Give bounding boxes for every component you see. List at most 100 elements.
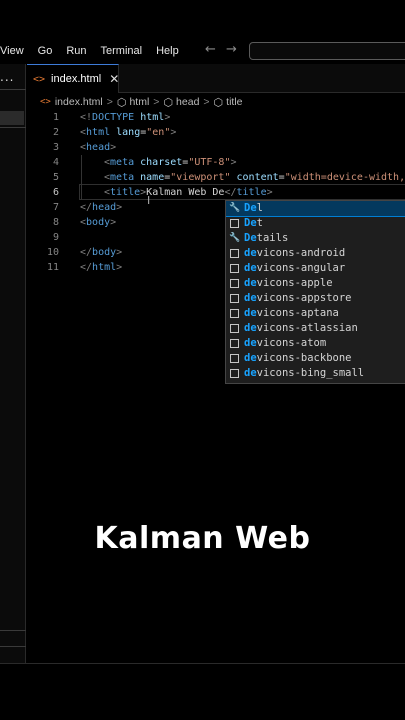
- snippet-icon: [230, 354, 239, 363]
- code-token: head: [86, 142, 111, 153]
- suggestion-match: de: [244, 322, 257, 334]
- sidebar-divider: [0, 646, 26, 647]
- menu-help[interactable]: Help: [156, 45, 179, 57]
- code-text: </html>: [80, 260, 122, 275]
- code-token: </: [80, 247, 93, 258]
- snippet-icon: [230, 294, 239, 303]
- snippet-icon: [230, 339, 239, 348]
- code-line[interactable]: 5 <meta name="viewport" content="width=de…: [27, 170, 405, 185]
- suggestion-label: vicons-appstore: [256, 292, 352, 304]
- menu-run[interactable]: Run: [66, 45, 86, 57]
- suggestion-item[interactable]: devicons-aptana: [226, 306, 405, 321]
- tab-index-html[interactable]: <> index.html ✕: [27, 64, 119, 93]
- code-text: </body>: [80, 245, 122, 260]
- suggestion-widget[interactable]: 🔧 Del Det 🔧 Details devicons-android devicons-…: [225, 200, 405, 384]
- code-line[interactable]: 1 <!DOCTYPE html>: [27, 110, 405, 125]
- menu-terminal[interactable]: Terminal: [101, 45, 143, 57]
- code-token: >: [164, 112, 171, 123]
- line-number: 2: [52, 127, 59, 138]
- back-arrow-icon[interactable]: ←: [205, 42, 216, 57]
- suggestion-label: vicons-backbone: [256, 352, 352, 364]
- sidebar-selected-row[interactable]: [0, 111, 24, 125]
- suggestion-item[interactable]: Det: [226, 216, 405, 231]
- suggestion-match: de: [244, 367, 257, 379]
- command-center-search[interactable]: [249, 42, 405, 60]
- wrench-icon: 🔧: [229, 233, 241, 243]
- more-actions-icon[interactable]: ...: [0, 70, 14, 84]
- suggestion-match: de: [244, 277, 257, 289]
- line-number: 5: [52, 172, 59, 183]
- suggestion-label: vicons-android: [256, 247, 346, 259]
- tab-label: index.html: [51, 73, 102, 85]
- suggestion-item[interactable]: devicons-android: [226, 246, 405, 261]
- code-token: DOCTYPE: [92, 112, 135, 123]
- sidebar-divider: [0, 630, 26, 631]
- suggestion-item[interactable]: devicons-angular: [226, 261, 405, 276]
- code-token: >: [266, 187, 273, 198]
- explorer-sidebar: [0, 64, 26, 664]
- code-token: content: [230, 172, 279, 183]
- suggestion-item[interactable]: devicons-bitbucket: [226, 381, 405, 383]
- code-token: "width=device-width,: [284, 172, 405, 183]
- suggestion-label: vicons-atlassian: [256, 322, 358, 334]
- forward-arrow-icon[interactable]: →: [226, 42, 237, 57]
- suggestion-match: De: [244, 202, 257, 214]
- suggestion-item[interactable]: devicons-atlassian: [226, 321, 405, 336]
- snippet-icon: [230, 309, 239, 318]
- suggestion-label: l: [256, 202, 263, 214]
- line-number: 6: [52, 187, 59, 198]
- suggestion-label: tails: [256, 232, 289, 244]
- suggestion-match: De: [244, 232, 257, 244]
- code-token: </: [224, 187, 237, 198]
- breadcrumb-file[interactable]: index.html: [55, 96, 103, 108]
- editor-tab-bar: <> index.html ✕: [27, 64, 405, 93]
- code-token: title: [236, 187, 267, 198]
- breadcrumb-html[interactable]: html: [129, 96, 149, 108]
- suggestion-item[interactable]: 🔧 Details: [226, 231, 405, 246]
- suggestion-item[interactable]: devicons-atom: [226, 336, 405, 351]
- code-token: >: [170, 127, 177, 138]
- breadcrumb-title[interactable]: title: [226, 96, 242, 108]
- menu-go[interactable]: Go: [38, 45, 53, 57]
- breadcrumb-head[interactable]: head: [176, 96, 199, 108]
- code-token: >: [116, 202, 123, 213]
- code-token: html: [86, 127, 111, 138]
- menu-view[interactable]: View: [0, 45, 24, 57]
- code-token: meta: [110, 157, 135, 168]
- code-token: </: [80, 262, 93, 273]
- suggestion-label: vicons-angular: [256, 262, 346, 274]
- suggestion-label: vicons-aptana: [256, 307, 339, 319]
- suggestion-item[interactable]: devicons-appstore: [226, 291, 405, 306]
- code-token: meta: [110, 172, 135, 183]
- code-line[interactable]: 3 <head>: [27, 140, 405, 155]
- suggestion-item[interactable]: devicons-bing_small: [226, 366, 405, 381]
- code-token: html: [134, 112, 165, 123]
- breadcrumb-separator: >: [203, 96, 210, 108]
- line-number: 10: [46, 247, 59, 258]
- suggestion-match: De: [244, 217, 257, 229]
- code-token: "en": [146, 127, 171, 138]
- sidebar-divider: [0, 127, 26, 128]
- suggestion-label: t: [256, 217, 263, 229]
- code-editor[interactable]: 1 <!DOCTYPE html> 2 <html lang="en"> 3 <head>…: [27, 110, 405, 665]
- element-cube-icon: ⬡: [116, 96, 127, 109]
- code-text: </head>: [80, 200, 122, 215]
- code-token: body: [92, 247, 117, 258]
- code-line[interactable]: 4 <meta charset="UTF-8">: [27, 155, 405, 170]
- code-token: body: [86, 217, 111, 228]
- code-line[interactable]: 2 <html lang="en">: [27, 125, 405, 140]
- line-number: 1: [52, 112, 59, 123]
- bottom-bar: [0, 664, 405, 720]
- snippet-icon: [230, 219, 239, 228]
- suggestion-item[interactable]: devicons-backbone: [226, 351, 405, 366]
- close-icon[interactable]: ✕: [109, 72, 119, 86]
- top-bar: [0, 0, 405, 38]
- code-line[interactable]: 6 <title>Kalman Web De</title>: [27, 185, 405, 200]
- suggestion-item[interactable]: devicons-apple: [226, 276, 405, 291]
- element-cube-icon: ⬡: [163, 96, 174, 109]
- breadcrumb-separator: >: [153, 96, 160, 108]
- code-text: <head>: [80, 140, 116, 155]
- wrench-icon: 🔧: [229, 203, 241, 213]
- suggestion-match: de: [244, 247, 257, 259]
- suggestion-item[interactable]: 🔧 Del: [226, 201, 405, 217]
